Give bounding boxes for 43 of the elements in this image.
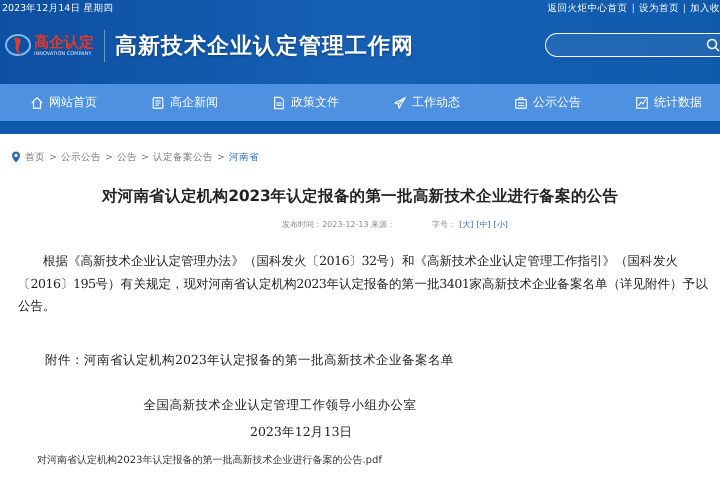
breadcrumb-link[interactable]: 认定备案公告 bbox=[152, 150, 213, 164]
nav-item[interactable]: 高企新闻 bbox=[151, 94, 218, 111]
home-icon bbox=[30, 96, 44, 110]
nav-item[interactable]: 政策文件 bbox=[272, 94, 339, 111]
top-link[interactable]: 设为首页 bbox=[638, 2, 679, 14]
font-size-link[interactable]: [中] bbox=[476, 219, 491, 230]
attachment-text: 附件：河南省认定机构2023年认定报备的第一批高新技术企业备案名单 bbox=[45, 352, 455, 368]
font-size-label: 字号： bbox=[432, 219, 456, 230]
top-link[interactable]: 返回火炬中心首页 bbox=[548, 2, 628, 14]
chart-icon bbox=[635, 96, 649, 110]
news-icon bbox=[151, 96, 165, 110]
site-title: 高新技术企业认定管理工作网 bbox=[115, 32, 414, 61]
breadcrumb-separator: > bbox=[216, 152, 225, 162]
doc-icon bbox=[272, 96, 286, 110]
font-size-link[interactable]: [大] bbox=[459, 219, 474, 230]
font-size-link[interactable]: [小] bbox=[494, 219, 508, 230]
breadcrumb-link[interactable]: 河南省 bbox=[228, 150, 259, 164]
breadcrumb-separator: > bbox=[140, 152, 149, 162]
breadcrumb-link[interactable]: 公告 bbox=[116, 150, 137, 164]
top-link[interactable]: 加入收 bbox=[690, 2, 720, 14]
nav-item[interactable]: 公示公告 bbox=[514, 94, 581, 111]
publish-info: 发布时间：2023-12-13 来源： bbox=[282, 219, 396, 230]
link-separator: | bbox=[682, 2, 686, 14]
signature-date: 2023年12月13日 bbox=[249, 424, 354, 440]
search-field[interactable] bbox=[545, 33, 720, 57]
file-link[interactable]: 对河南省认定机构2023年认定报备的第一批高新技术企业进行备案的公告.pdf bbox=[37, 452, 720, 466]
board-icon bbox=[514, 96, 528, 110]
nav-item[interactable]: 网站首页 bbox=[30, 94, 97, 111]
breadcrumb-link[interactable]: 首页 bbox=[25, 150, 45, 164]
breadcrumb-link[interactable]: 公示公告 bbox=[60, 150, 101, 164]
article-paragraph: 根据《高新技术企业认定管理办法》（国科发火〔2016〕32号）和《高新技术企业认定管理工作指引》（国科发火〔2016〕195号）有关规定，现对河南省认定机构2023年认定报备的第一批3401家高新技术企业备案名单（详见附件）予以公告。 bbox=[18, 252, 709, 315]
logo-text: 高企认定 bbox=[34, 34, 94, 51]
search-icon[interactable] bbox=[706, 38, 720, 52]
nav-item[interactable]: 工作动态 bbox=[393, 94, 460, 111]
breadcrumb-separator: > bbox=[49, 152, 57, 162]
nav-item[interactable]: 统计数据 bbox=[635, 94, 702, 111]
date-text: 2023年12月14日 星期四 bbox=[2, 2, 114, 14]
location-icon bbox=[11, 151, 21, 163]
breadcrumb-separator: > bbox=[104, 152, 113, 162]
signature-text: 全国高新技术企业认定管理工作领导小组办公室 bbox=[142, 396, 418, 414]
article-title: 对河南省认定机构2023年认定报备的第一批高新技术企业进行备案的公告 bbox=[100, 186, 620, 207]
plane-icon bbox=[393, 96, 407, 110]
link-separator: | bbox=[632, 2, 635, 14]
